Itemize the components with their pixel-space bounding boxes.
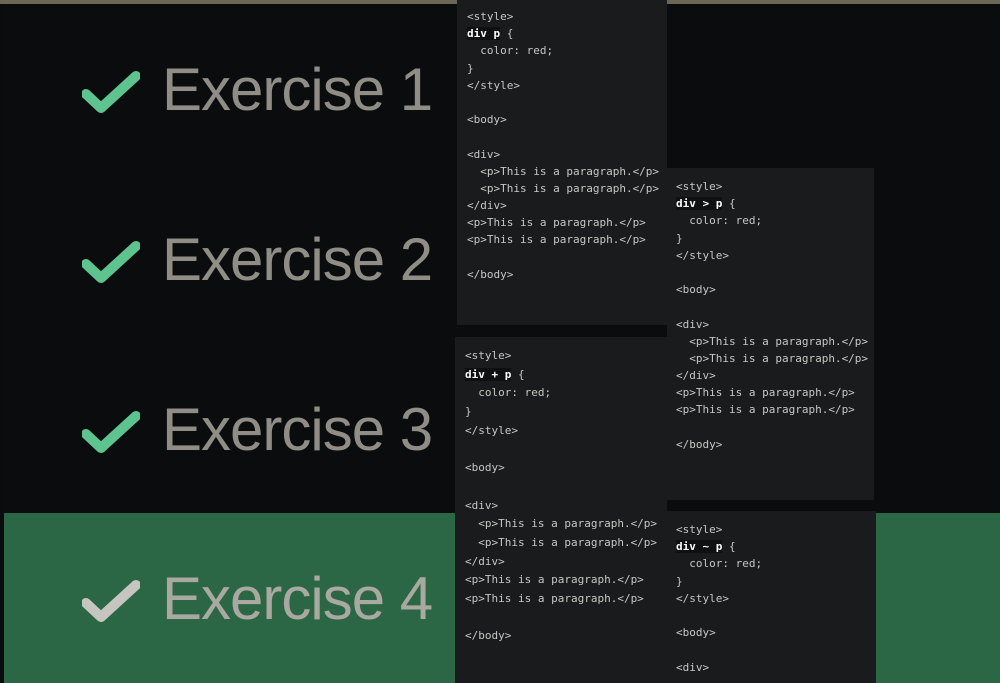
panel-separator [667, 500, 876, 511]
code-line: </div> [465, 554, 505, 568]
code-line: </style> [465, 423, 518, 437]
code-line: } [467, 61, 474, 75]
code-line: <style> [465, 349, 512, 362]
code-line: </div> [676, 369, 716, 383]
code-line: <style> [467, 10, 514, 23]
css-selector: div + p [465, 367, 512, 381]
code-line: <div> [467, 147, 501, 161]
code-line: </div> [467, 199, 507, 213]
code-panel-descendant: <style> div p { color: red;} </style> <bod… [457, 0, 667, 325]
code-line: <p>This is a paragraph.</p> [676, 351, 869, 365]
code-line: <p>This is a paragraph.</p> [676, 386, 855, 400]
code-line: <body> [676, 283, 716, 297]
code-line: <p>This is a paragraph.</p> [465, 591, 644, 605]
code-line: <body> [676, 626, 716, 640]
code-line: div p { [467, 27, 514, 41]
checkmark-icon [82, 241, 140, 283]
code-line: <p>This is a paragraph.</p> [467, 164, 660, 178]
code-line: <p>This is a paragraph.</p> [676, 334, 869, 348]
code-line: <p>This is a paragraph.</p> [467, 233, 646, 247]
code-line: <p>This is a paragraph.</p> [465, 517, 658, 531]
panel-separator [457, 325, 667, 337]
exercise-label: Exercise 3 [162, 396, 433, 463]
checkmark-icon [82, 71, 140, 113]
checkmark-icon [82, 580, 140, 622]
code-line: <p>This is a paragraph.</p> [467, 181, 660, 195]
exercise-label: Exercise 2 [162, 226, 433, 293]
code-line: } [676, 231, 683, 245]
css-selector: div p [467, 27, 501, 41]
code-line: color: red; [465, 386, 552, 400]
code-block: <style> div ~ p { color: red;} </style> <b… [676, 521, 876, 676]
code-line: color: red; [467, 44, 554, 58]
code-line: </body> [676, 437, 723, 451]
code-line: <body> [465, 461, 505, 475]
code-line: <p>This is a paragraph.</p> [467, 216, 646, 230]
css-selector: div ~ p [676, 540, 723, 554]
exercise-label: Exercise 4 [162, 565, 433, 632]
code-line: </body> [465, 629, 512, 643]
code-panel-sibling: <style> div ~ p { color: red;} </style> <b… [667, 511, 876, 683]
code-block: <style> div p { color: red;} </style> <bod… [467, 8, 667, 283]
css-selector: div > p [676, 197, 723, 211]
code-line: <p>This is a paragraph.</p> [465, 535, 658, 549]
code-line: <p>This is a paragraph.</p> [465, 573, 644, 587]
code-line: <div> [465, 498, 499, 512]
code-line: <div> [676, 660, 710, 674]
code-line: div ~ p { [676, 540, 736, 554]
code-panel-child: <style> div > p { color: red;} </style> <b… [667, 168, 874, 500]
code-line: </style> [676, 248, 729, 262]
code-line: div + p { [465, 367, 525, 381]
code-panel-adjacent: <style> div + p { color: red;} </style> <b… [455, 337, 667, 683]
code-line: div > p { [676, 197, 736, 211]
code-line: </body> [467, 267, 514, 281]
code-block: <style> div > p { color: red;} </style> <b… [676, 178, 874, 453]
code-line: <style> [676, 180, 723, 193]
code-line: } [676, 574, 683, 588]
code-line: <div> [676, 317, 710, 331]
code-line: </style> [676, 591, 729, 605]
code-line: <body> [467, 113, 507, 127]
code-line: color: red; [676, 214, 763, 228]
code-line: <p>This is a paragraph.</p> [676, 403, 855, 417]
exercise-label: Exercise 1 [162, 56, 433, 123]
code-line: <style> [676, 523, 723, 536]
code-line: color: red; [676, 557, 763, 571]
code-line: } [465, 405, 472, 419]
code-block: <style> div + p { color: red;} </style> <b… [465, 347, 667, 646]
checkmark-icon [82, 411, 140, 453]
code-line: </style> [467, 78, 520, 92]
